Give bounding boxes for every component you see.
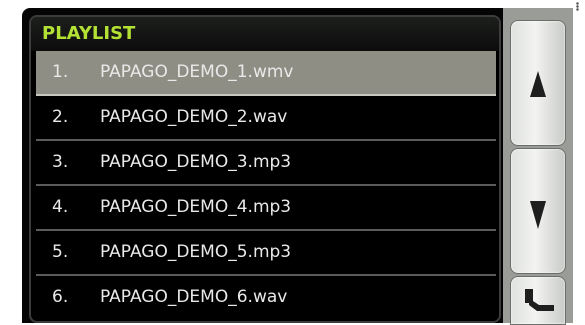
back-arrow-icon [525,289,554,311]
item-number: 1. [52,62,69,82]
player-screen: PLAYLIST 1. PAPAGO_DEMO_1.wmv 2. PAPAGO_… [0,0,585,325]
playlist-item[interactable]: 1. PAPAGO_DEMO_1.wmv [36,51,496,96]
playlist-header: PLAYLIST [31,17,499,51]
playlist-item[interactable]: 2. PAPAGO_DEMO_2.wav [36,96,496,141]
back-button[interactable] [510,276,566,325]
item-filename: PAPAGO_DEMO_3.mp3 [100,152,292,172]
item-filename: PAPAGO_DEMO_2.wav [100,107,288,127]
scroll-up-button[interactable] [510,20,566,146]
control-sidebar [503,8,573,325]
item-filename: PAPAGO_DEMO_6.wav [100,287,288,307]
item-filename: PAPAGO_DEMO_4.mp3 [100,197,292,217]
item-number: 6. [52,287,69,307]
item-number: 4. [52,197,69,217]
status-dots [576,2,579,11]
playlist-item[interactable]: 4. PAPAGO_DEMO_4.mp3 [36,186,496,231]
item-filename: PAPAGO_DEMO_5.mp3 [100,242,292,262]
down-arrow-icon [530,201,546,229]
item-number: 5. [52,242,69,262]
item-number: 3. [52,152,69,172]
up-arrow-icon [530,71,546,97]
playlist-item[interactable]: 3. PAPAGO_DEMO_3.mp3 [36,141,496,186]
playlist-list: 1. PAPAGO_DEMO_1.wmv 2. PAPAGO_DEMO_2.wa… [36,51,496,319]
playlist-panel: PLAYLIST 1. PAPAGO_DEMO_1.wmv 2. PAPAGO_… [29,15,501,323]
playlist-item[interactable]: 6. PAPAGO_DEMO_6.wav [36,276,496,319]
item-number: 2. [52,107,69,127]
item-filename: PAPAGO_DEMO_1.wmv [100,62,294,82]
scroll-down-button[interactable] [510,148,566,274]
playlist-title: PLAYLIST [42,23,136,44]
playlist-item[interactable]: 5. PAPAGO_DEMO_5.mp3 [36,231,496,276]
